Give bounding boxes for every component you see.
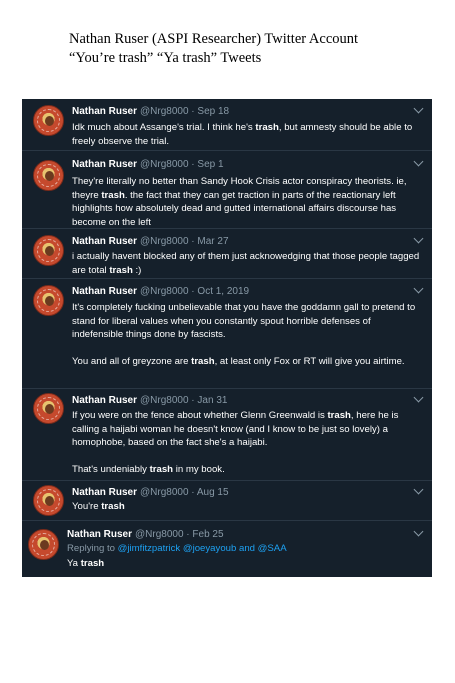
- highlight-term: trash: [327, 410, 351, 421]
- text-run: in my book.: [173, 463, 225, 475]
- tweet-paragraph: If you were on the fence about whether G…: [72, 409, 424, 450]
- highlight-term: trash: [255, 122, 279, 133]
- author-name[interactable]: Nathan Ruser: [72, 106, 137, 117]
- avatar[interactable]: [33, 285, 64, 316]
- avatar[interactable]: [33, 235, 64, 266]
- avatar[interactable]: [33, 160, 64, 191]
- text-run: That's undeniably: [72, 463, 150, 475]
- highlight-term: trash: [101, 501, 125, 512]
- text-run: :): [132, 264, 142, 276]
- tweets-screenshot: Nathan Ruser @Nrg8000 · Sep 18 Idk much a…: [22, 99, 432, 577]
- tweet-text: You're trash: [72, 500, 424, 514]
- tweet-paragraph: You and all of greyzone are trash, at le…: [72, 355, 424, 369]
- tweet-paragraph: It's completely fucking unbelievable tha…: [72, 301, 424, 342]
- highlight-term: trash: [149, 463, 174, 475]
- text-run: You're: [72, 501, 102, 512]
- author-handle-date[interactable]: @Nrg8000 · Oct 1, 2019: [140, 286, 249, 297]
- tweet: Nathan Ruser @Nrg8000 · Sep 18 Idk much a…: [22, 99, 432, 151]
- tweet: Nathan Ruser @Nrg8000 · Feb 25 Replying t…: [22, 521, 432, 577]
- document-title: Nathan Ruser (ASPI Researcher) Twitter A…: [0, 30, 455, 68]
- tweet-text: They're literally no better than Sandy H…: [72, 175, 424, 229]
- author-name[interactable]: Nathan Ruser: [72, 286, 137, 297]
- reply-context: Replying to @jimfitzpatrick @joeyayoub a…: [67, 543, 422, 555]
- tweet-text: Idk much about Assange's trial. I think …: [72, 121, 424, 148]
- title-line-1: Nathan Ruser (ASPI Researcher) Twitter A…: [69, 31, 359, 47]
- author-handle-date[interactable]: @Nrg8000 · Jan 31: [140, 395, 227, 406]
- tweet-text: i actually havent blocked any of them ju…: [72, 250, 424, 277]
- author-handle-date[interactable]: @Nrg8000 · Feb 25: [135, 529, 224, 540]
- highlight-term: trash: [80, 558, 105, 569]
- title-line-2: “You’re trash” “Ya trash” Tweets: [69, 50, 262, 66]
- text-run: You and all of greyzone are: [72, 355, 192, 367]
- highlight-term: trash: [191, 355, 215, 367]
- tweet: Nathan Ruser @Nrg8000 · Jan 31 If you wer…: [22, 389, 432, 481]
- replying-to-label: Replying to: [67, 543, 118, 554]
- tweet: Nathan Ruser @Nrg8000 · Oct 1, 2019 It's …: [22, 279, 432, 389]
- tweet: Nathan Ruser @Nrg8000 · Aug 15 You're tra…: [22, 481, 432, 521]
- tweet-paragraph: You're trash: [72, 500, 424, 514]
- author-name[interactable]: Nathan Ruser: [72, 487, 137, 498]
- avatar[interactable]: [33, 105, 64, 136]
- text-run: Ya: [67, 558, 81, 569]
- avatar[interactable]: [33, 393, 64, 424]
- avatar[interactable]: [33, 485, 64, 516]
- tweet-paragraph: They're literally no better than Sandy H…: [72, 175, 424, 229]
- tweet-text: If you were on the fence about whether G…: [72, 409, 424, 476]
- highlight-term: trash: [101, 189, 125, 201]
- tweet: Nathan Ruser @Nrg8000 · Sep 1 They're lit…: [22, 151, 432, 229]
- highlight-term: trash: [109, 264, 133, 276]
- tweet-paragraph: That's undeniably trash in my book.: [72, 463, 424, 477]
- author-name[interactable]: Nathan Ruser: [72, 236, 137, 247]
- tweet: Nathan Ruser @Nrg8000 · Mar 27 i actually…: [22, 229, 432, 279]
- text-run: Idk much about Assange's trial. I think …: [72, 122, 256, 133]
- tweet-paragraph: Ya trash: [67, 557, 424, 571]
- author-name[interactable]: Nathan Ruser: [72, 159, 137, 170]
- tweet-paragraph: i actually havent blocked any of them ju…: [72, 250, 424, 277]
- author-handle-date[interactable]: @Nrg8000 · Mar 27: [140, 236, 229, 247]
- avatar[interactable]: [28, 529, 59, 560]
- author-handle-date[interactable]: @Nrg8000 · Aug 15: [140, 487, 229, 498]
- author-handle-date[interactable]: @Nrg8000 · Sep 1: [140, 159, 224, 170]
- author-name[interactable]: Nathan Ruser: [67, 529, 132, 540]
- text-run: It's completely fucking unbelievable tha…: [72, 302, 416, 340]
- text-run: If you were on the fence about whether G…: [72, 410, 328, 421]
- replied-handles-link[interactable]: @jimfitzpatrick @joeyayoub and @SAA: [118, 543, 287, 554]
- tweet-paragraph: Idk much about Assange's trial. I think …: [72, 121, 424, 148]
- tweet-text: It's completely fucking unbelievable tha…: [72, 301, 424, 368]
- tweet-text: Ya trash: [67, 557, 424, 571]
- text-run: , at least only Fox or RT will give you …: [214, 355, 405, 367]
- author-name[interactable]: Nathan Ruser: [72, 395, 137, 406]
- author-handle-date[interactable]: @Nrg8000 · Sep 18: [140, 106, 229, 117]
